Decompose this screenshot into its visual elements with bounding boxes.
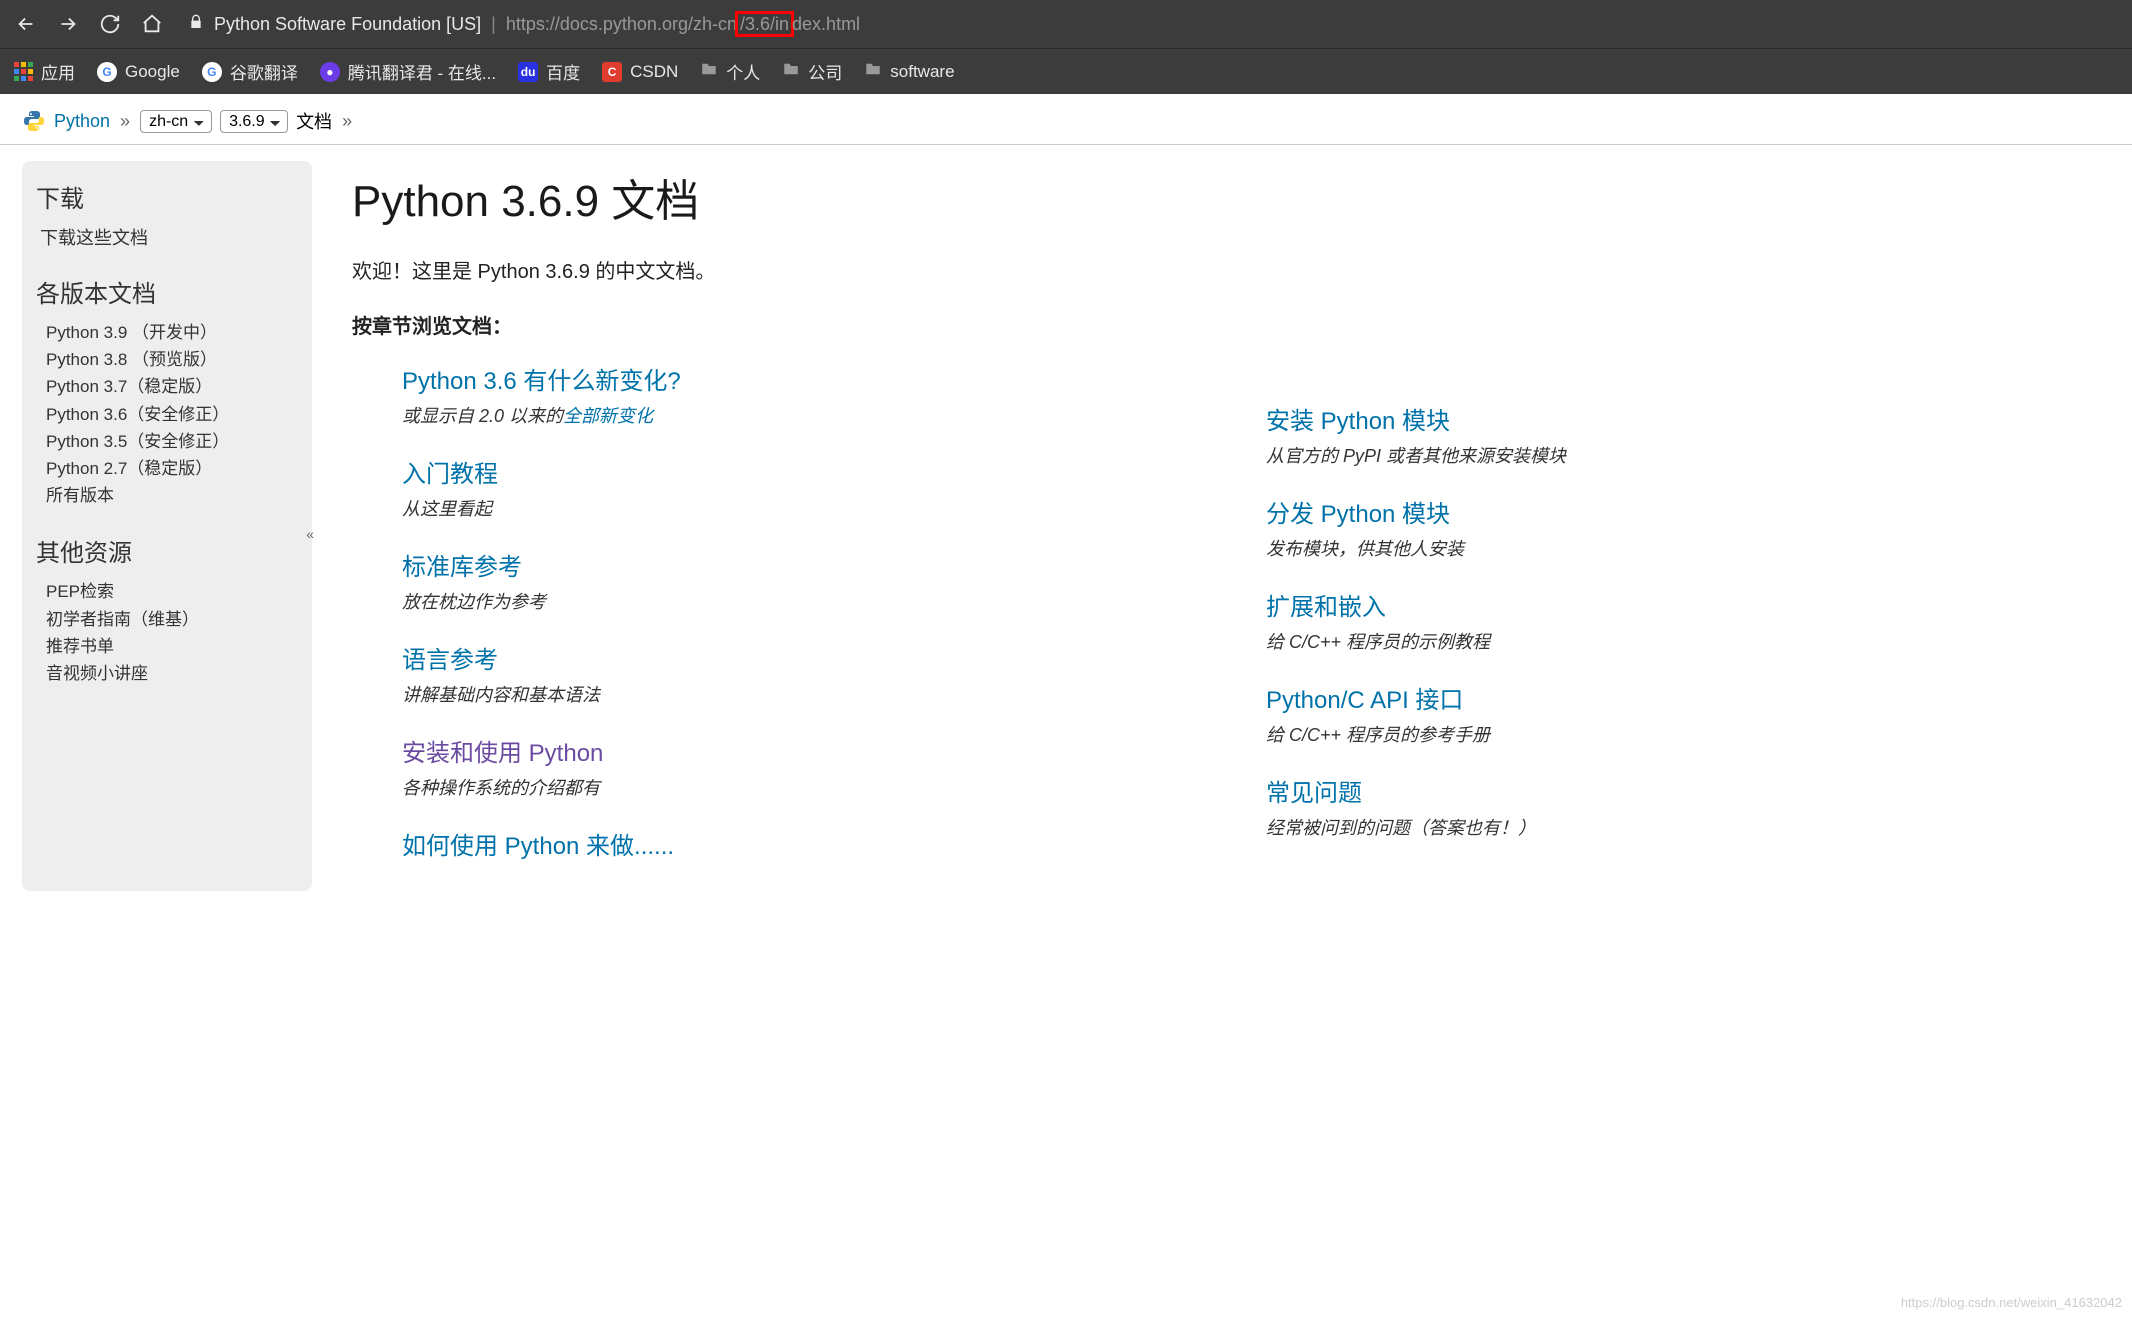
address-bar[interactable]: Python Software Foundation [US] | https:… bbox=[182, 14, 2118, 35]
other-link[interactable]: PEP检索 bbox=[46, 578, 312, 605]
python-link[interactable]: Python bbox=[54, 111, 110, 132]
doc-desc: 放在枕边作为参考 bbox=[402, 588, 1186, 614]
csdn-icon: C bbox=[602, 62, 622, 82]
download-link[interactable]: 下载这些文档 bbox=[40, 224, 312, 250]
version-link[interactable]: Python 3.8 （预览版） bbox=[46, 346, 312, 373]
doc-link-extending[interactable]: 扩展和嵌入 bbox=[1266, 587, 2100, 622]
watermark: https://blog.csdn.net/weixin_41632042 bbox=[1901, 1295, 2122, 1310]
bookmark-personal[interactable]: 个人 bbox=[700, 59, 760, 84]
browse-heading: 按章节浏览文档： bbox=[352, 310, 2100, 339]
versions-heading: 各版本文档 bbox=[36, 274, 312, 309]
doc-desc: 或显示自 2.0 以来的全部新变化 bbox=[402, 402, 1186, 428]
other-link[interactable]: 初学者指南（维基） bbox=[46, 606, 312, 633]
doc-desc: 各种操作系统的介绍都有 bbox=[402, 774, 1186, 800]
doc-link-using[interactable]: 安装和使用 Python bbox=[402, 733, 1186, 768]
language-select[interactable]: zh-cn bbox=[140, 110, 212, 133]
download-heading: 下载 bbox=[36, 179, 312, 214]
doc-desc: 从这里看起 bbox=[402, 495, 1186, 521]
version-link[interactable]: 所有版本 bbox=[46, 482, 312, 509]
doc-desc: 给 C/C++ 程序员的示例教程 bbox=[1266, 628, 2100, 654]
doc-desc: 经常被问到的问题（答案也有！） bbox=[1266, 814, 2100, 840]
reload-button[interactable] bbox=[98, 12, 122, 36]
all-changes-link[interactable]: 全部新变化 bbox=[563, 406, 653, 426]
apps-icon bbox=[14, 62, 33, 81]
collapse-sidebar-button[interactable]: « bbox=[306, 526, 314, 542]
url-highlight: /3.6/in bbox=[735, 11, 794, 37]
lock-icon bbox=[188, 14, 204, 35]
doc-desc: 从官方的 PyPI 或者其他来源安装模块 bbox=[1266, 442, 2100, 468]
folder-icon bbox=[864, 60, 882, 83]
bookmark-gtranslate[interactable]: G 谷歌翻译 bbox=[202, 59, 298, 84]
version-link[interactable]: Python 3.5（安全修正） bbox=[46, 428, 312, 455]
tencent-icon: ● bbox=[320, 62, 340, 82]
doc-desc: 给 C/C++ 程序员的参考手册 bbox=[1266, 721, 2100, 747]
other-list: PEP检索 初学者指南（维基） 推荐书单 音视频小讲座 bbox=[46, 578, 312, 687]
bookmark-baidu[interactable]: du 百度 bbox=[518, 59, 580, 84]
bookmark-csdn[interactable]: C CSDN bbox=[602, 62, 678, 82]
sidebar: 下载 下载这些文档 各版本文档 Python 3.9 （开发中） Python … bbox=[22, 161, 312, 891]
folder-icon bbox=[700, 60, 718, 83]
welcome-text: 欢迎！这里是 Python 3.6.9 的中文文档。 bbox=[352, 255, 2100, 284]
doc-link-distributing[interactable]: 分发 Python 模块 bbox=[1266, 494, 2100, 529]
version-link[interactable]: Python 3.6（安全修正） bbox=[46, 401, 312, 428]
version-link[interactable]: Python 3.9 （开发中） bbox=[46, 319, 312, 346]
doc-desc: 发布模块，供其他人安装 bbox=[1266, 535, 2100, 561]
doc-link-tutorial[interactable]: 入门教程 bbox=[402, 454, 1186, 489]
doc-link-faq[interactable]: 常见问题 bbox=[1266, 773, 2100, 808]
versions-list: Python 3.9 （开发中） Python 3.8 （预览版） Python… bbox=[46, 319, 312, 509]
version-link[interactable]: Python 3.7（稳定版） bbox=[46, 373, 312, 400]
doc-link-howto[interactable]: 如何使用 Python 来做...... bbox=[402, 826, 1186, 861]
back-button[interactable] bbox=[14, 12, 38, 36]
site-org: Python Software Foundation [US] bbox=[214, 14, 481, 35]
version-select[interactable]: 3.6.9 bbox=[220, 110, 288, 133]
url: https://docs.python.org/zh-cn/3.6/index.… bbox=[506, 14, 860, 35]
bookmarks-bar: 应用 G Google G 谷歌翻译 ● 腾讯翻译君 - 在线... du 百度… bbox=[0, 48, 2132, 94]
other-heading: 其他资源 bbox=[36, 533, 312, 568]
home-button[interactable] bbox=[140, 12, 164, 36]
doc-link-library[interactable]: 标准库参考 bbox=[402, 547, 1186, 582]
bookmark-company[interactable]: 公司 bbox=[782, 59, 842, 84]
page-title: Python 3.6.9 文档 bbox=[352, 165, 2100, 229]
docs-label: 文档 bbox=[296, 108, 332, 134]
doc-top-nav: Python » zh-cn 3.6.9 文档 » bbox=[0, 94, 2132, 145]
doc-link-installing[interactable]: 安装 Python 模块 bbox=[1266, 401, 2100, 436]
other-link[interactable]: 推荐书单 bbox=[46, 633, 312, 660]
doc-desc: 讲解基础内容和基本语法 bbox=[402, 681, 1186, 707]
forward-button[interactable] bbox=[56, 12, 80, 36]
browser-nav-bar: Python Software Foundation [US] | https:… bbox=[0, 0, 2132, 48]
bookmark-apps[interactable]: 应用 bbox=[14, 59, 75, 84]
folder-icon bbox=[782, 60, 800, 83]
google-icon: G bbox=[97, 62, 117, 82]
other-link[interactable]: 音视频小讲座 bbox=[46, 660, 312, 687]
bookmark-tencent[interactable]: ● 腾讯翻译君 - 在线... bbox=[320, 59, 496, 84]
baidu-icon: du bbox=[518, 62, 538, 82]
google-icon: G bbox=[202, 62, 222, 82]
doc-link-capi[interactable]: Python/C API 接口 bbox=[1266, 680, 2100, 715]
main-content: Python 3.6.9 文档 欢迎！这里是 Python 3.6.9 的中文文… bbox=[342, 161, 2110, 891]
bookmark-software[interactable]: software bbox=[864, 60, 954, 83]
doc-link-reference[interactable]: 语言参考 bbox=[402, 640, 1186, 675]
python-logo bbox=[22, 109, 46, 133]
version-link[interactable]: Python 2.7（稳定版） bbox=[46, 455, 312, 482]
bookmark-google[interactable]: G Google bbox=[97, 62, 180, 82]
doc-link-whatsnew[interactable]: Python 3.6 有什么新变化? bbox=[402, 361, 1186, 396]
